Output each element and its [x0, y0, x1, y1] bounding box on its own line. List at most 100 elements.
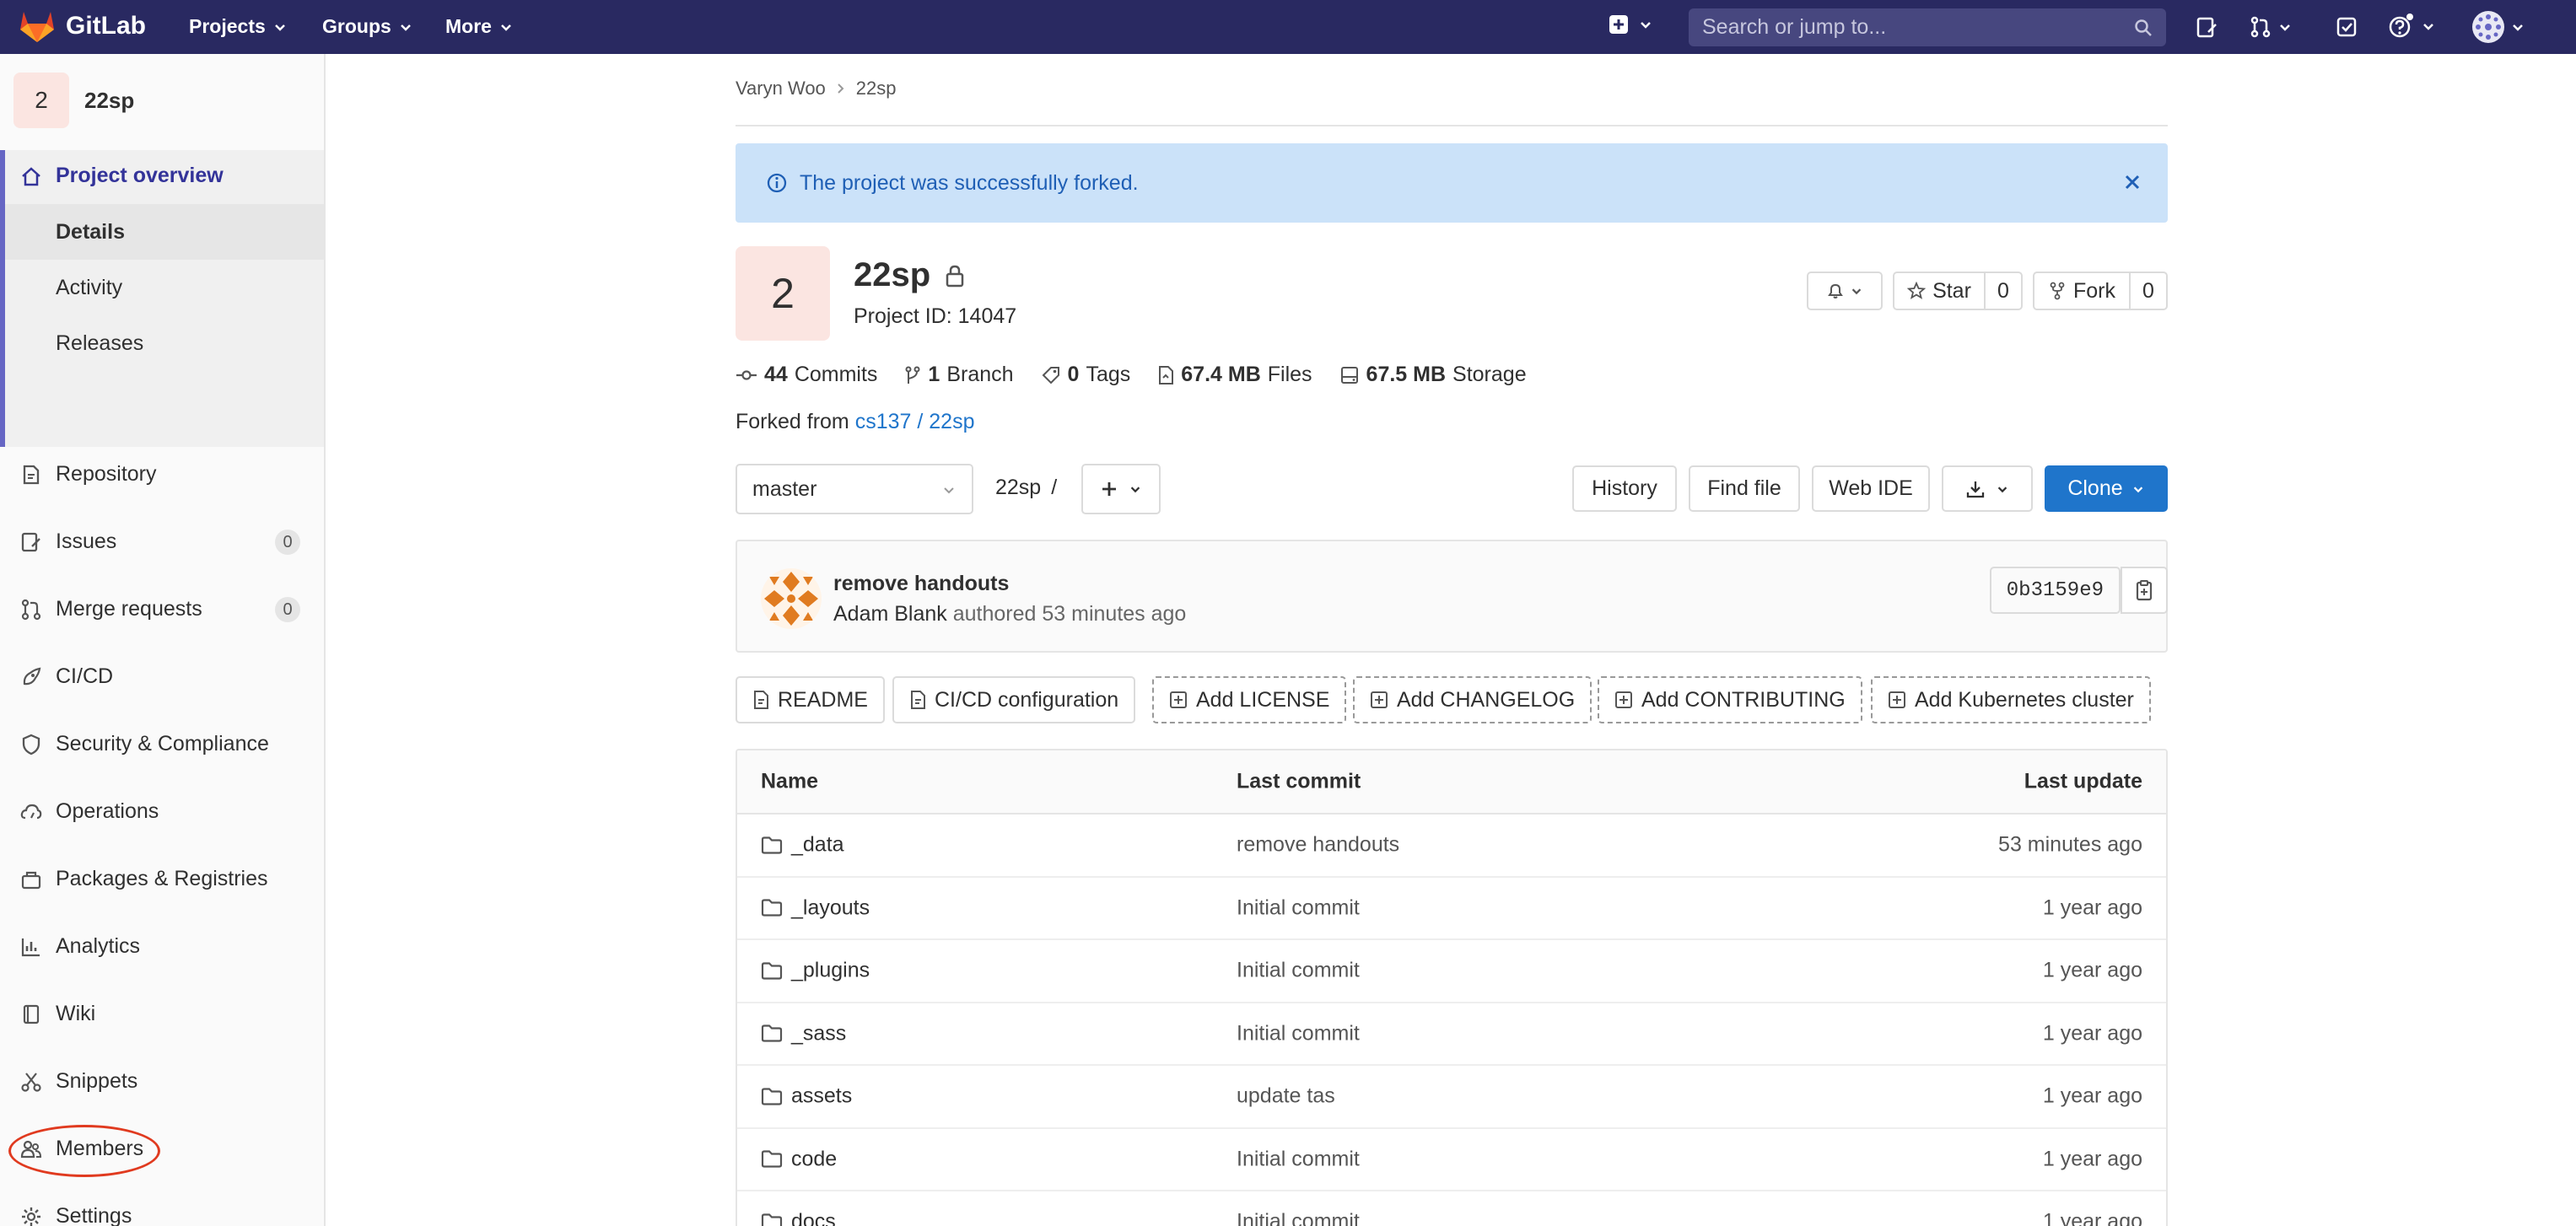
sidebar-item-wiki[interactable]: Wiki — [0, 988, 324, 1039]
search-input[interactable]: Search or jump to... — [1689, 8, 2166, 46]
storage-stat[interactable]: 67.5 MB Storage — [1339, 363, 1527, 387]
clone-dropdown[interactable]: Clone — [2045, 465, 2168, 512]
sidebar-item-analytics[interactable]: Analytics — [0, 921, 324, 971]
sidebar-item-settings[interactable]: Settings — [0, 1191, 324, 1226]
readme-label: README — [778, 687, 868, 712]
star-count[interactable]: 0 — [1986, 273, 2021, 309]
add-to-tree-dropdown[interactable] — [1081, 464, 1161, 514]
sidebar-item-snippets[interactable]: Snippets — [0, 1056, 324, 1106]
star-button-main[interactable]: Star — [1894, 273, 1986, 309]
table-row[interactable]: _plugins Initial commit 1 year ago — [737, 940, 2166, 1003]
sidebar-subitem-details[interactable]: Details — [5, 204, 324, 260]
sidebar-item-operations[interactable]: Operations — [0, 786, 324, 836]
file-name-cell[interactable]: _plugins — [761, 959, 870, 983]
file-name[interactable]: _layouts — [791, 895, 870, 920]
tags-stat[interactable]: 0 Tags — [1041, 363, 1130, 387]
last-commit-message[interactable]: Initial commit — [1237, 1210, 1360, 1226]
sidebar-item-packages-registries[interactable]: Packages & Registries — [0, 853, 324, 904]
column-header-last-commit: Last commit — [1237, 769, 1361, 793]
web-ide-button[interactable]: Web IDE — [1812, 465, 1930, 512]
file-name[interactable]: _data — [791, 833, 844, 858]
file-name[interactable]: assets — [791, 1084, 852, 1109]
new-item-dropdown[interactable] — [1608, 13, 1653, 35]
branch-icon — [905, 366, 920, 384]
user-menu[interactable] — [2471, 10, 2525, 44]
branch-stat[interactable]: 1 Branch — [904, 363, 1014, 387]
nav-groups[interactable]: Groups — [322, 15, 413, 38]
breadcrumb-item-project[interactable]: 22sp — [856, 78, 897, 99]
last-commit-message[interactable]: remove handouts — [1237, 833, 1399, 858]
find-file-button[interactable]: Find file — [1689, 465, 1800, 512]
add-kubernetes-cluster-button[interactable]: Add Kubernetes cluster — [1871, 676, 2151, 723]
merge-request-icon — [21, 599, 41, 621]
sidebar-item-issues[interactable]: Issues 0 — [0, 516, 324, 567]
repo-path-root[interactable]: 22sp — [995, 476, 1041, 500]
sidebar-subitem-releases[interactable]: Releases — [5, 315, 324, 371]
issues-nav-button[interactable] — [2195, 15, 2218, 39]
notification-dropdown[interactable] — [1807, 272, 1883, 310]
branch-selector[interactable]: master — [736, 464, 973, 514]
project-id: Project ID: 14047 — [854, 304, 1017, 328]
sidebar-item-merge-requests[interactable]: Merge requests 0 — [0, 583, 324, 634]
fork-button-main[interactable]: Fork — [2034, 273, 2131, 309]
readme-button[interactable]: README — [736, 676, 885, 723]
last-commit-message[interactable]: Initial commit — [1237, 959, 1360, 983]
nav-more[interactable]: More — [445, 15, 514, 38]
clipboard-icon — [2136, 580, 2153, 601]
star-icon — [1907, 282, 1927, 299]
file-name-cell[interactable]: code — [761, 1147, 837, 1171]
file-name[interactable]: code — [791, 1147, 837, 1171]
last-commit-message[interactable]: Initial commit — [1237, 1147, 1360, 1171]
add-license-button[interactable]: Add LICENSE — [1152, 676, 1347, 723]
copy-sha-button[interactable] — [2121, 567, 2168, 614]
close-icon[interactable] — [2122, 172, 2142, 192]
table-row[interactable]: code Initial commit 1 year ago — [737, 1129, 2166, 1191]
last-commit-message[interactable]: Initial commit — [1237, 1021, 1360, 1046]
history-button[interactable]: History — [1572, 465, 1677, 512]
folder-icon — [761, 1088, 783, 1105]
file-name-cell[interactable]: _data — [761, 833, 844, 858]
add-contributing-button[interactable]: Add CONTRIBUTING — [1598, 676, 1862, 723]
commit-title[interactable]: remove handouts — [833, 572, 1009, 596]
merge-requests-nav-button[interactable] — [2249, 15, 2293, 39]
sidebar-item-cicd[interactable]: CI/CD — [0, 651, 324, 702]
star-button[interactable]: Star 0 — [1893, 272, 2023, 310]
table-row[interactable]: _data remove handouts 53 minutes ago — [737, 815, 2166, 878]
fork-count[interactable]: 0 — [2131, 273, 2166, 309]
last-commit-message[interactable]: Initial commit — [1237, 895, 1360, 920]
help-dropdown[interactable] — [2387, 12, 2436, 40]
commit-author[interactable]: Adam Blank — [833, 602, 947, 626]
gitlab-logo[interactable]: GitLab — [19, 8, 146, 44]
sidebar-item-project-overview[interactable]: Project overview — [0, 150, 324, 201]
files-stat[interactable]: 67.4 MB Files — [1157, 363, 1312, 387]
file-name-cell[interactable]: _sass — [761, 1021, 846, 1046]
table-row[interactable]: assets update tas 1 year ago — [737, 1066, 2166, 1129]
file-name-cell[interactable]: assets — [761, 1084, 852, 1109]
project-overview-section: Project overview Details Activity Releas… — [0, 150, 324, 447]
table-row[interactable]: _sass Initial commit 1 year ago — [737, 1003, 2166, 1066]
download-dropdown[interactable] — [1942, 465, 2033, 512]
sidebar-item-security-compliance[interactable]: Security & Compliance — [0, 718, 324, 769]
last-commit-message[interactable]: update tas — [1237, 1084, 1335, 1109]
commit-sha[interactable]: 0b3159e9 — [1989, 567, 2121, 614]
file-name-cell[interactable]: docs — [761, 1210, 836, 1226]
sidebar-item-repository[interactable]: Repository — [0, 449, 324, 499]
forked-from-link[interactable]: cs137 / 22sp — [855, 410, 975, 433]
table-row[interactable]: docs Initial commit 1 year ago — [737, 1191, 2166, 1226]
breadcrumb-item-namespace[interactable]: Varyn Woo — [736, 78, 826, 99]
sidebar-project-header[interactable]: 2 22sp — [13, 73, 134, 128]
file-name[interactable]: _sass — [791, 1021, 846, 1046]
fork-button[interactable]: Fork 0 — [2033, 272, 2168, 310]
commit-author-avatar[interactable] — [761, 568, 822, 629]
add-changelog-button[interactable]: Add CHANGELOG — [1353, 676, 1592, 723]
todos-nav-button[interactable] — [2335, 15, 2358, 39]
table-row[interactable]: _layouts Initial commit 1 year ago — [737, 878, 2166, 940]
sidebar-subitem-activity[interactable]: Activity — [5, 260, 324, 315]
file-name-cell[interactable]: _layouts — [761, 895, 870, 920]
nav-projects[interactable]: Projects — [189, 15, 288, 38]
file-name[interactable]: _plugins — [791, 959, 870, 983]
commits-stat[interactable]: 44 Commits — [736, 363, 877, 387]
cicd-configuration-button[interactable]: CI/CD configuration — [892, 676, 1136, 723]
repo-path-separator: / — [1051, 476, 1058, 499]
file-name[interactable]: docs — [791, 1210, 836, 1226]
